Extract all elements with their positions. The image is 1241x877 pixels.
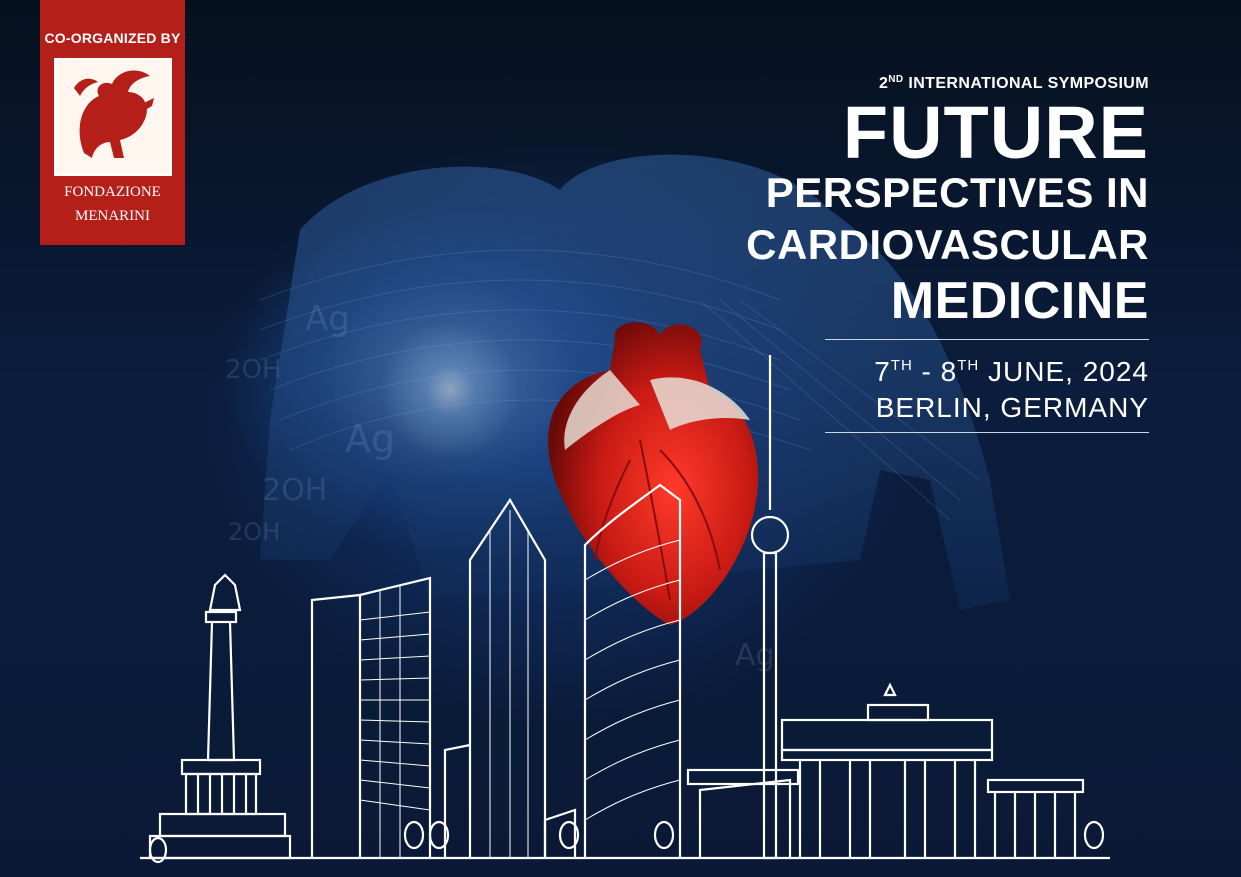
logo-name-line1: FONDAZIONE xyxy=(64,184,161,200)
title-line-1: FUTURE xyxy=(842,91,1149,174)
title-line-2: PERSPECTIVES IN xyxy=(765,169,1149,216)
pegasus-emblem-icon xyxy=(53,58,172,176)
co-organized-label: CO-ORGANIZED BY xyxy=(44,30,181,46)
date-day1: 7 xyxy=(874,356,891,387)
event-location: BERLIN, GERMANY xyxy=(875,392,1149,423)
event-title-block: 2ND INTERNATIONAL SYMPOSIUM FUTURE PERSP… xyxy=(729,74,1149,433)
fondazione-menarini-logo: CO-ORGANIZED BY FONDAZIONE MENARINI xyxy=(40,0,185,245)
title-line-4: MEDICINE xyxy=(890,272,1149,330)
event-dates: 7TH - 8TH JUNE, 2024 xyxy=(729,348,1149,390)
date-day2: 8 xyxy=(940,356,958,387)
date-separator: - xyxy=(912,356,941,387)
logo-name-line2: MENARINI xyxy=(75,208,150,224)
event-dates-location: 7TH - 8TH JUNE, 2024 BERLIN, GERMANY xyxy=(729,340,1149,432)
date-rest: JUNE, 2024 xyxy=(979,356,1149,387)
glyph-ag-1: Ag xyxy=(305,299,350,339)
divider-bottom xyxy=(825,432,1149,433)
date-day2-suffix: TH xyxy=(957,357,980,374)
title-line-3: CARDIOVASCULAR xyxy=(746,221,1149,268)
ordinal-number: 2 xyxy=(878,75,889,92)
date-day1-suffix: TH xyxy=(890,357,913,374)
ordinal-suffix: ND xyxy=(888,74,904,85)
kicker-text: INTERNATIONAL SYMPOSIUM xyxy=(908,75,1149,92)
